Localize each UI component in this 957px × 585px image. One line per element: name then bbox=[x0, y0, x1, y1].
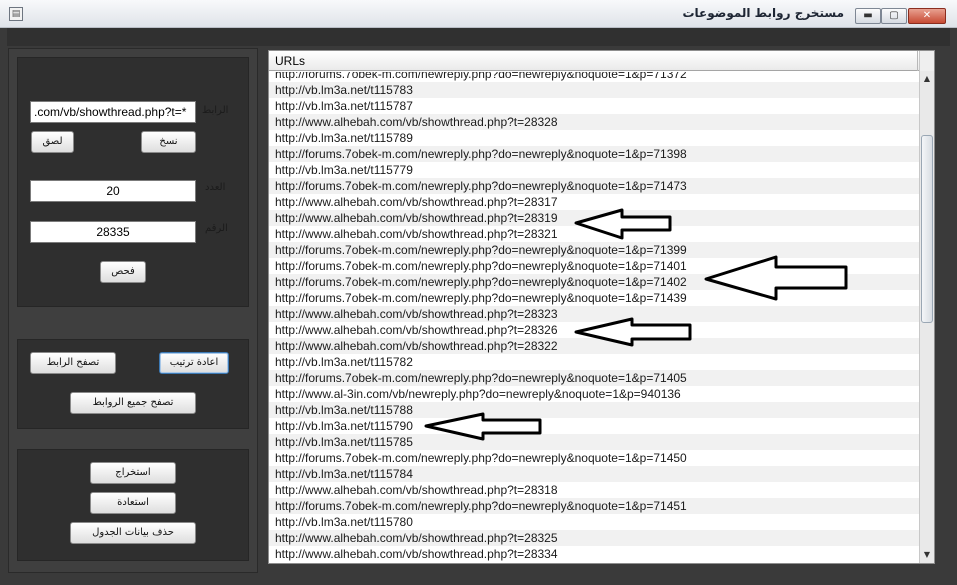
arrow-annotation-icon bbox=[704, 255, 848, 301]
annotation-arrows bbox=[424, 208, 848, 441]
arrow-annotation-icon bbox=[574, 317, 692, 347]
arrow-annotation-icon bbox=[424, 412, 542, 441]
arrow-annotation-icon bbox=[574, 208, 672, 240]
